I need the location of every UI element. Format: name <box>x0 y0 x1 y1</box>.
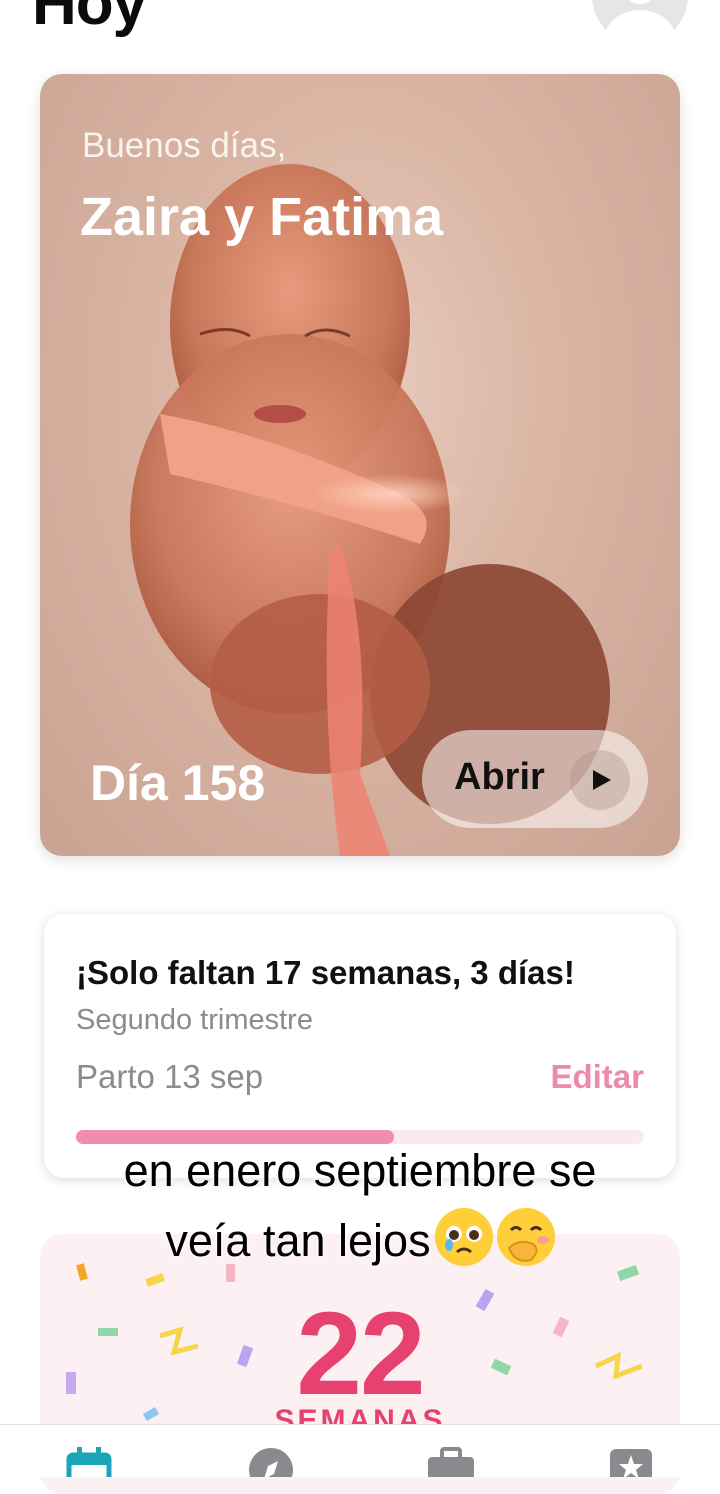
play-icon <box>570 750 630 810</box>
trimester-label: Segundo trimestre <box>76 1004 313 1036</box>
bottom-navigation <box>0 1424 720 1477</box>
pregnancy-day: Día 158 <box>90 755 266 811</box>
page-title: Hoy <box>32 0 147 38</box>
compass-icon[interactable] <box>248 1447 294 1477</box>
star-icon[interactable] <box>608 1447 654 1477</box>
profile-avatar[interactable] <box>592 0 688 44</box>
countdown-title: ¡Solo faltan 17 semanas, 3 días! <box>76 954 575 991</box>
edit-link[interactable]: Editar <box>550 1058 644 1096</box>
caption-line-1: en enero septiembre se <box>123 1145 597 1196</box>
fetus-hero-card[interactable]: Buenos días, Zaira y Fatima Día 158 Abri… <box>40 74 680 856</box>
pleading-face-icon <box>434 1208 493 1266</box>
open-button[interactable]: Abrir <box>422 730 648 828</box>
face-with-hand-over-mouth-icon <box>496 1208 555 1266</box>
briefcase-icon[interactable] <box>426 1447 476 1477</box>
parent-names: Zaira y Fatima <box>80 187 444 247</box>
avatar-head-shape <box>622 0 658 4</box>
caption-line-2: veía tan lejos <box>165 1215 431 1266</box>
avatar-body-shape <box>604 10 676 44</box>
weeks-number: 22 <box>296 1288 425 1420</box>
open-button-label: Abrir <box>454 756 545 798</box>
calendar-icon[interactable] <box>66 1447 112 1477</box>
video-caption: en enero septiembre se veía tan lejos <box>0 1136 720 1276</box>
caption-line-2-wrap: veía tan lejos <box>0 1206 720 1276</box>
greeting-text: Buenos días, <box>82 126 287 165</box>
due-date: Parto 13 sep <box>76 1058 264 1095</box>
